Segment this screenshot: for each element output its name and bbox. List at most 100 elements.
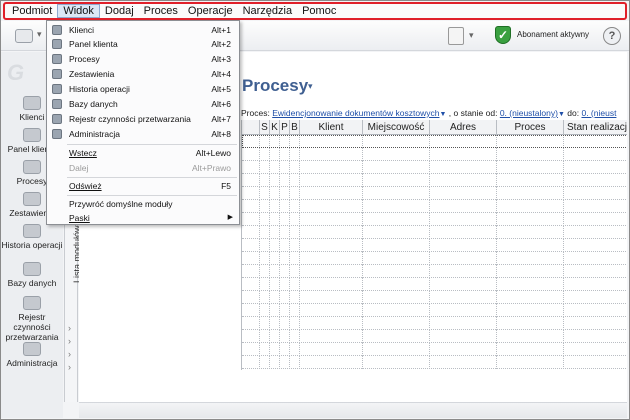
table-row[interactable] xyxy=(242,343,627,356)
table-cell-divider xyxy=(269,330,270,343)
table-row[interactable] xyxy=(242,265,627,278)
menu-item-administracja[interactable]: Administracja Alt+8 xyxy=(47,127,239,141)
menu-item-paski[interactable]: Paski ▶ xyxy=(47,211,239,225)
col-header-k[interactable]: K xyxy=(270,120,280,135)
filter-to-label: do: xyxy=(567,108,580,118)
table-row[interactable] xyxy=(242,239,627,252)
table-row[interactable] xyxy=(242,317,627,330)
table-cell-divider xyxy=(496,330,497,343)
table-row[interactable] xyxy=(242,148,627,161)
table-cell-divider xyxy=(362,304,363,317)
table-row[interactable] xyxy=(242,278,627,291)
table-row[interactable] xyxy=(242,161,627,174)
nav-administracja[interactable]: Administracja xyxy=(1,342,63,368)
filter-from-value[interactable]: 0. (nieustalony) xyxy=(500,108,558,118)
nav-historia-operacji[interactable]: Historia operacji xyxy=(1,224,63,250)
table-cell-divider xyxy=(279,200,280,213)
col-header-klient[interactable]: Klient xyxy=(300,120,363,135)
table-cell-divider xyxy=(563,187,564,200)
chevron-down-icon[interactable]: ▾ xyxy=(37,29,42,40)
col-header-s[interactable]: S xyxy=(260,120,270,135)
menu-item-panel-klienta[interactable]: Panel klienta Alt+2 xyxy=(47,37,239,51)
menu-item-odswiez[interactable]: Odśwież F5 xyxy=(47,179,239,193)
menu-item-historia[interactable]: Historia operacji Alt+5 xyxy=(47,82,239,96)
table-row[interactable] xyxy=(242,174,627,187)
col-header-b[interactable]: B xyxy=(290,120,300,135)
table-cell-divider xyxy=(279,278,280,291)
menu-item-bazy-danych[interactable]: Bazy danych Alt+6 xyxy=(47,97,239,111)
table-cell-divider xyxy=(269,187,270,200)
menu-operacje[interactable]: Operacje xyxy=(183,4,238,18)
table-row[interactable] xyxy=(242,252,627,265)
table-row[interactable] xyxy=(242,187,627,200)
menu-item-przywroc[interactable]: Przywróć domyślne moduły xyxy=(47,197,239,211)
document-icon[interactable] xyxy=(448,27,464,45)
chevron-down-icon[interactable]: ▾ xyxy=(308,81,313,92)
table-cell-divider xyxy=(496,278,497,291)
col-header[interactable] xyxy=(242,120,260,135)
table-cell-divider xyxy=(289,213,290,226)
table-cell-divider xyxy=(269,265,270,278)
table-cell-divider xyxy=(429,278,430,291)
chevron-down-icon[interactable]: ▼ xyxy=(439,111,446,118)
table-cell-divider xyxy=(429,265,430,278)
menu-dodaj[interactable]: Dodaj xyxy=(100,4,139,18)
table-cell-divider xyxy=(289,304,290,317)
table-row[interactable] xyxy=(242,356,627,369)
table-cell-divider xyxy=(429,148,430,161)
table-cell-divider xyxy=(299,148,300,161)
menu-podmiot[interactable]: Podmiot xyxy=(7,4,57,18)
table-row[interactable] xyxy=(242,291,627,304)
menu-item-zestawienia[interactable]: Zestawienia Alt+4 xyxy=(47,67,239,81)
table-row[interactable] xyxy=(242,226,627,239)
help-icon[interactable]: ? xyxy=(603,27,621,45)
col-header-proces[interactable]: Proces xyxy=(497,120,564,135)
table-cell-divider xyxy=(362,343,363,356)
table-cell-divider xyxy=(269,213,270,226)
table-cell-divider xyxy=(429,330,430,343)
menu-widok[interactable]: Widok xyxy=(57,4,100,18)
table-cell-divider xyxy=(279,213,280,226)
filter-proces-label: Proces: xyxy=(241,108,270,118)
nav-bazy-danych[interactable]: Bazy danych xyxy=(1,262,63,288)
table-cell-divider xyxy=(299,174,300,187)
table-cell-divider xyxy=(289,200,290,213)
chevron-right-icon: ▶ xyxy=(227,214,233,221)
col-header-adres[interactable]: Adres xyxy=(430,120,497,135)
menu-proces[interactable]: Proces xyxy=(139,4,183,18)
filter-to-value[interactable]: 0. (nieust xyxy=(581,108,616,118)
menu-item-rejestr[interactable]: Rejestr czynności przetwarzania Alt+7 xyxy=(47,112,239,126)
table-cell-divider xyxy=(269,304,270,317)
table-row[interactable] xyxy=(242,330,627,343)
users-icon xyxy=(23,96,41,110)
chevron-down-icon[interactable]: ▾ xyxy=(469,30,474,41)
table-cell-divider xyxy=(259,213,260,226)
table-row[interactable] xyxy=(242,200,627,213)
menu-item-procesy[interactable]: Procesy Alt+3 xyxy=(47,52,239,66)
table-row[interactable] xyxy=(242,213,627,226)
menu-pomoc[interactable]: Pomoc xyxy=(297,4,341,18)
table-cell-divider xyxy=(289,265,290,278)
col-header-p[interactable]: P xyxy=(280,120,290,135)
menu-narzedzia[interactable]: Narzędzia xyxy=(238,4,298,18)
table-cell-divider xyxy=(259,343,260,356)
table-row[interactable] xyxy=(242,304,627,317)
navigation-icon[interactable] xyxy=(15,29,33,43)
table-cell-divider xyxy=(429,239,430,252)
table-cell-divider xyxy=(289,317,290,330)
nav-rejestr[interactable]: Rejestr czynności przetwarzania xyxy=(1,296,63,342)
col-header-stan[interactable]: Stan realizacji xyxy=(564,120,627,135)
table-cell-divider xyxy=(362,174,363,187)
menu-item-wstecz[interactable]: Wstecz Alt+Lewo xyxy=(47,146,239,160)
chevron-down-icon[interactable]: ▼ xyxy=(558,111,565,118)
table-cell-divider xyxy=(279,291,280,304)
selected-row[interactable] xyxy=(242,135,627,148)
filter-proces-value[interactable]: Ewidencjonowanie dokumentów kosztowych xyxy=(272,108,439,118)
table-cell-divider xyxy=(362,278,363,291)
chevron-right-icon: › › › › xyxy=(68,323,71,372)
table-cell-divider xyxy=(289,226,290,239)
col-header-miejscowosc[interactable]: Miejscowość xyxy=(363,120,430,135)
table-cell-divider xyxy=(289,161,290,174)
menu-item-klienci[interactable]: Klienci Alt+1 xyxy=(47,23,239,37)
table-cell-divider xyxy=(279,187,280,200)
